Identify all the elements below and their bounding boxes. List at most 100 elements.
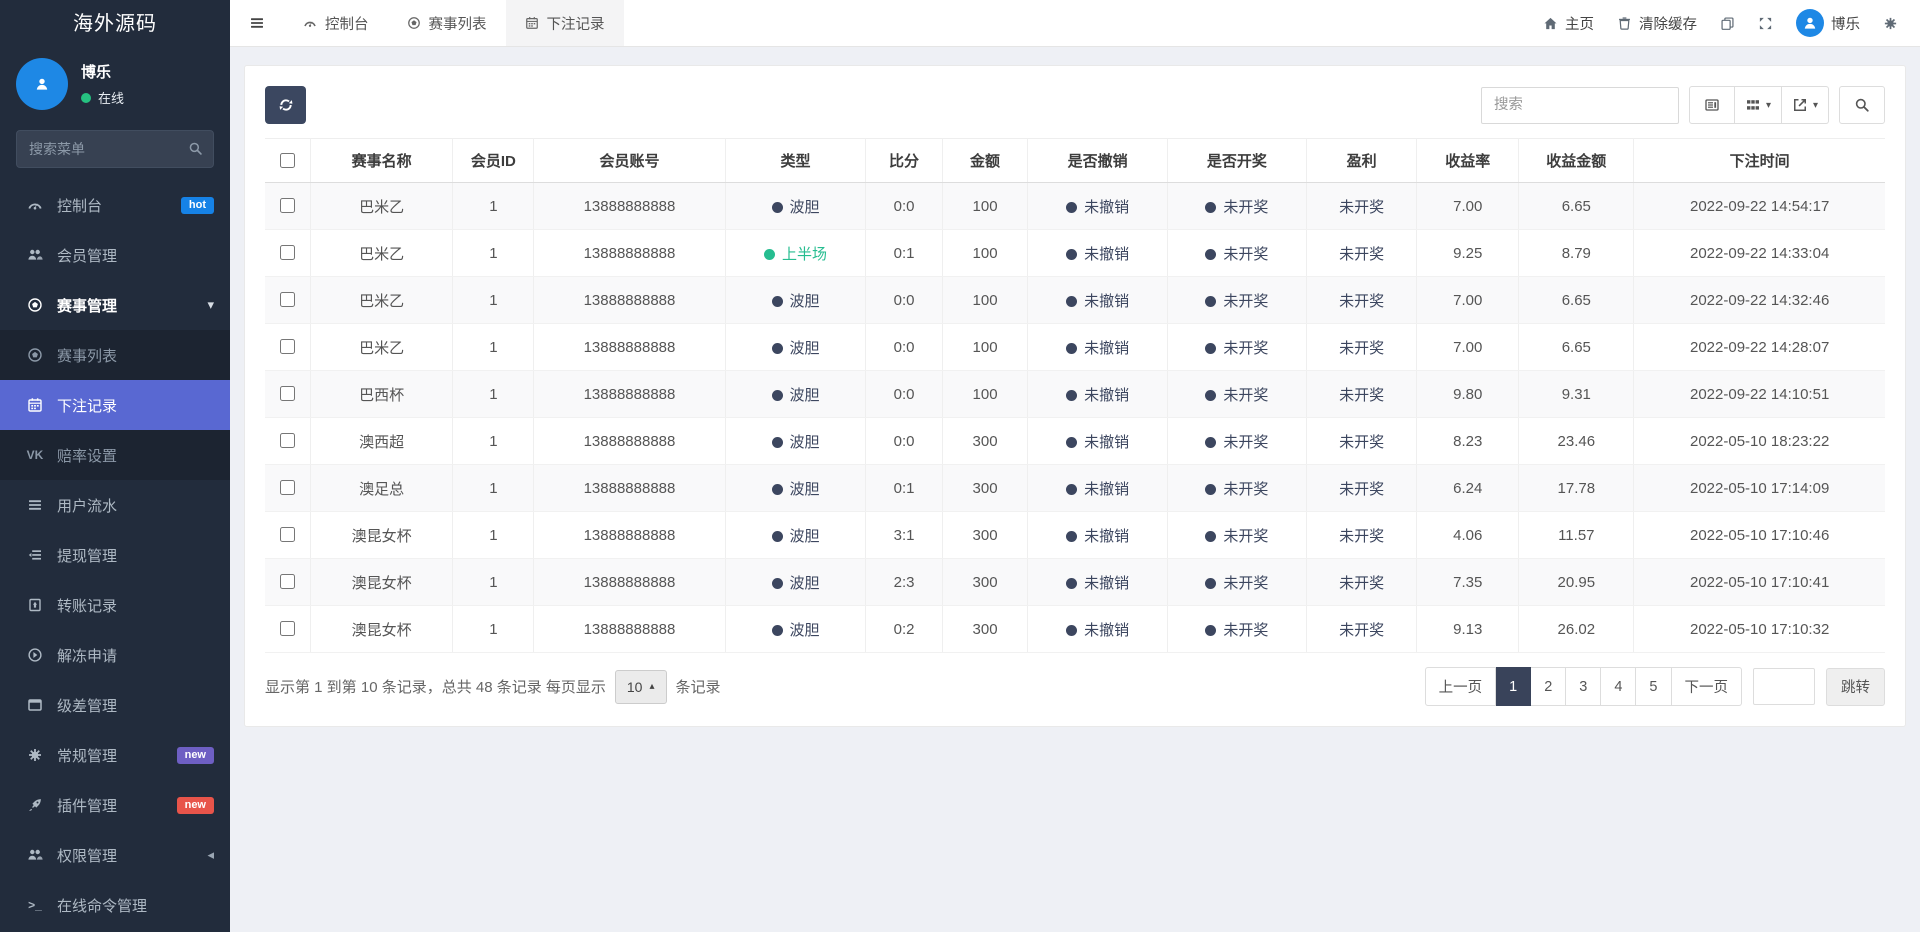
sidebar-item-permissions[interactable]: 权限管理◂ — [0, 830, 230, 880]
table-row: 巴西杯113888888888波胆0:0100未撤销未开奖未开奖9.809.31… — [265, 371, 1885, 418]
navbar-username: 博乐 — [1831, 13, 1860, 34]
sidebar-item-plugins[interactable]: 插件管理new — [0, 780, 230, 830]
column-header[interactable]: 下注时间 — [1634, 139, 1885, 183]
column-header[interactable]: 是否撤销 — [1028, 139, 1167, 183]
sidebar-item-withdrawals[interactable]: 提现管理 — [0, 530, 230, 580]
table-cell: 未开奖 — [1307, 418, 1417, 465]
clear-cache-link[interactable]: 清除缓存 — [1617, 13, 1697, 34]
sidebar-item-label: 控制台 — [57, 195, 168, 216]
sidebar-item-label: 提现管理 — [57, 545, 214, 566]
column-header[interactable]: 会员账号 — [534, 139, 725, 183]
row-checkbox[interactable] — [280, 245, 295, 260]
status-dot-icon — [1205, 343, 1216, 354]
status-label: 未撤销 — [1084, 622, 1129, 639]
refresh-button[interactable] — [265, 86, 306, 124]
table-cell-drawn: 未开奖 — [1167, 371, 1306, 418]
row-checkbox[interactable] — [280, 386, 295, 401]
row-checkbox[interactable] — [280, 433, 295, 448]
sidebar-item-transfers[interactable]: 转账记录 — [0, 580, 230, 630]
table-cell-type: 波胆 — [725, 465, 866, 512]
user-avatar[interactable] — [16, 58, 68, 110]
column-header[interactable]: 比分 — [866, 139, 942, 183]
export-button[interactable]: ▾ — [1782, 86, 1829, 124]
table-cell-revoked: 未撤销 — [1028, 418, 1167, 465]
menu-search-input[interactable] — [16, 130, 214, 168]
select-all-checkbox[interactable] — [280, 153, 295, 168]
column-header[interactable]: 是否开奖 — [1167, 139, 1306, 183]
columns-button[interactable]: ▾ — [1735, 86, 1782, 124]
row-checkbox[interactable] — [280, 339, 295, 354]
jump-page-input[interactable] — [1753, 668, 1815, 705]
sidebar-item-match-list[interactable]: 赛事列表 — [0, 330, 230, 380]
prev-page-button[interactable]: 上一页 — [1425, 667, 1497, 706]
sidebar-item-user-flow[interactable]: 用户流水 — [0, 480, 230, 530]
table-cell: 7.35 — [1417, 559, 1519, 606]
page-button-1[interactable]: 1 — [1496, 667, 1531, 706]
tab-console[interactable]: 控制台 — [284, 0, 388, 46]
online-dot-icon — [81, 93, 91, 103]
settings-button[interactable] — [1883, 16, 1898, 31]
sidebar-item-members[interactable]: 会员管理 — [0, 230, 230, 280]
table-cell: 13888888888 — [534, 465, 725, 512]
clear-cache-label: 清除缓存 — [1639, 13, 1697, 34]
page-button-3[interactable]: 3 — [1566, 667, 1601, 706]
advanced-search-button[interactable] — [1839, 86, 1885, 124]
table-cell: 巴西杯 — [310, 371, 453, 418]
sidebar-item-online-commands[interactable]: >_在线命令管理 — [0, 880, 230, 930]
row-checkbox[interactable] — [280, 292, 295, 307]
fullscreen-button[interactable] — [1758, 16, 1773, 31]
status-label: 未撤销 — [1084, 528, 1129, 545]
sidebar-item-odds-settings[interactable]: VK赔率设置 — [0, 430, 230, 480]
column-header[interactable]: 收益率 — [1417, 139, 1519, 183]
money-icon — [26, 597, 44, 613]
table-cell: 7.00 — [1417, 324, 1519, 371]
sidebar-menu: 控制台hot会员管理赛事管理▾赛事列表下注记录VK赔率设置用户流水提现管理转账记… — [0, 180, 230, 932]
card-toolbar: ▾ ▾ — [265, 86, 1885, 124]
column-header[interactable]: 收益金额 — [1519, 139, 1634, 183]
row-checkbox[interactable] — [280, 621, 295, 636]
copy-page-button[interactable] — [1720, 16, 1735, 31]
jump-button[interactable]: 跳转 — [1826, 668, 1885, 706]
column-header[interactable]: 会员ID — [453, 139, 534, 183]
page-button-4[interactable]: 4 — [1601, 667, 1636, 706]
toggle-view-button[interactable] — [1689, 86, 1735, 124]
column-header[interactable]: 赛事名称 — [310, 139, 453, 183]
table-cell: 未开奖 — [1307, 512, 1417, 559]
status-dot-icon — [1205, 437, 1216, 448]
page-button-2[interactable]: 2 — [1531, 667, 1566, 706]
tab-match-list[interactable]: 赛事列表 — [388, 0, 506, 46]
sidebar-item-console[interactable]: 控制台hot — [0, 180, 230, 230]
sidebar-item-general[interactable]: 常规管理new — [0, 730, 230, 780]
expand-icon — [1758, 16, 1773, 31]
page-size-select[interactable]: 10 ▴ — [615, 670, 667, 704]
row-checkbox[interactable] — [280, 574, 295, 589]
caret-down-icon: ▾ — [1766, 100, 1771, 111]
sidebar-item-unfreeze[interactable]: 解冻申请 — [0, 630, 230, 680]
table-cell: 0:0 — [866, 418, 942, 465]
page-button-5[interactable]: 5 — [1636, 667, 1671, 706]
column-header[interactable]: 盈利 — [1307, 139, 1417, 183]
sidebar-item-level-diff[interactable]: 级差管理 — [0, 680, 230, 730]
sidebar-item-matches[interactable]: 赛事管理▾ — [0, 280, 230, 330]
table-search-input[interactable] — [1481, 87, 1679, 124]
row-checkbox[interactable] — [280, 198, 295, 213]
table-row: 巴米乙113888888888波胆0:0100未撤销未开奖未开奖7.006.65… — [265, 183, 1885, 230]
column-header[interactable]: 金额 — [942, 139, 1028, 183]
gauge-icon — [26, 197, 44, 213]
caret-up-icon: ▴ — [649, 681, 654, 692]
home-link[interactable]: 主页 — [1543, 13, 1594, 34]
table-cell: 巴米乙 — [310, 230, 453, 277]
table-cell-drawn: 未开奖 — [1167, 465, 1306, 512]
table-cell: 26.02 — [1519, 606, 1634, 653]
current-user[interactable]: 博乐 — [1796, 9, 1860, 37]
table-cell: 100 — [942, 277, 1028, 324]
table-cell: 未开奖 — [1307, 559, 1417, 606]
sidebar-item-bet-records[interactable]: 下注记录 — [0, 380, 230, 430]
next-page-button[interactable]: 下一页 — [1672, 667, 1743, 706]
row-checkbox[interactable] — [280, 527, 295, 542]
table-cell: 4.06 — [1417, 512, 1519, 559]
tab-bet-records[interactable]: 下注记录 — [506, 0, 624, 46]
row-checkbox[interactable] — [280, 480, 295, 495]
column-header[interactable]: 类型 — [725, 139, 866, 183]
sidebar-toggle-button[interactable] — [230, 0, 284, 46]
